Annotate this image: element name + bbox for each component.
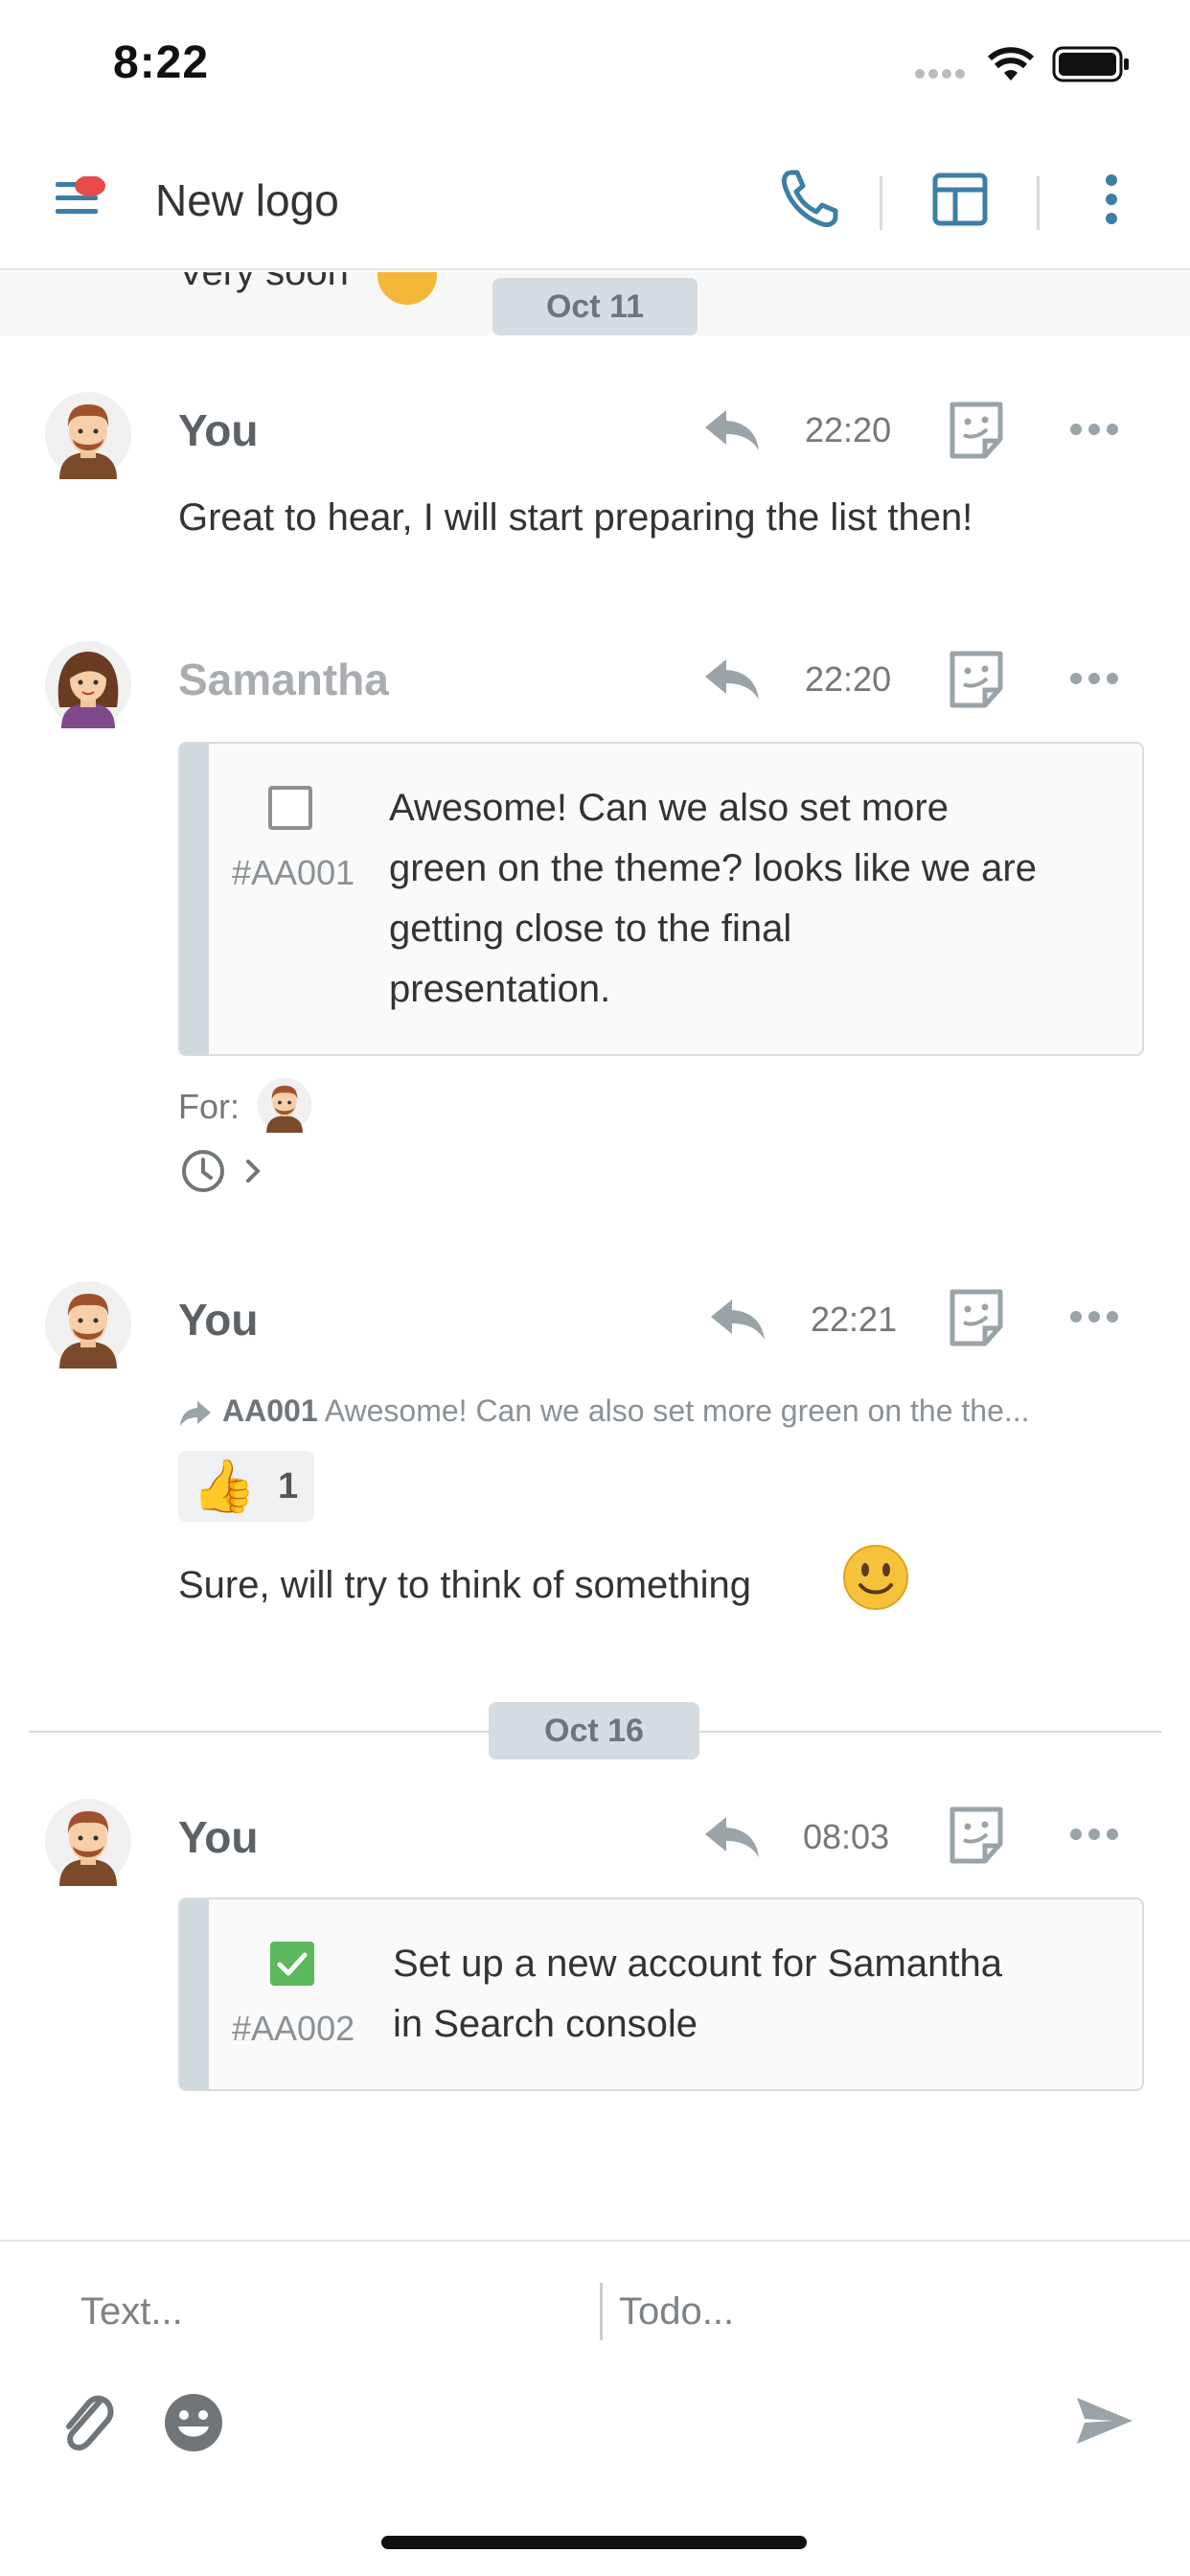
sticker-icon[interactable] — [947, 401, 1006, 460]
avatar-you[interactable] — [44, 1280, 132, 1368]
reaction-count: 1 — [278, 1466, 299, 1506]
notification-dot — [75, 175, 105, 196]
todo-text-line: presentation. — [389, 968, 611, 1010]
chevron-right-icon[interactable] — [243, 1158, 263, 1184]
smiley-emoji-icon — [843, 1545, 908, 1610]
reply-quote-id: AA001 — [222, 1393, 318, 1428]
reply-icon[interactable] — [703, 406, 761, 452]
todo-input[interactable]: Todo... — [619, 2290, 1136, 2334]
more-horizontal-icon[interactable] — [1069, 1827, 1119, 1842]
sender-name: You — [178, 1295, 259, 1345]
header-divider — [1037, 176, 1040, 230]
reply-icon[interactable] — [709, 1296, 767, 1342]
hamburger-icon — [56, 175, 105, 214]
reaction-chip[interactable]: 👍 1 — [178, 1451, 314, 1522]
todo-checkbox-checked[interactable] — [270, 1942, 314, 1986]
composer-field-divider — [600, 2283, 603, 2340]
sender-name: Samantha — [178, 655, 389, 704]
todo-text-line: in Search console — [393, 2003, 698, 2045]
forward-reply-icon — [180, 1400, 211, 1426]
assignee-avatar[interactable] — [257, 1077, 312, 1133]
todo-text: Set up a new account for Samantha in Sea… — [393, 1934, 1002, 2055]
todo-card[interactable]: #AA002 Set up a new account for Samantha… — [178, 1898, 1144, 2091]
menu-button[interactable] — [54, 175, 111, 220]
todo-id: #AA002 — [232, 2009, 355, 2048]
message-time: 22:20 — [805, 659, 892, 699]
todo-accent-bar — [180, 744, 209, 1054]
composer-divider — [0, 2240, 1190, 2242]
todo-text-line: Set up a new account for Samantha — [393, 1943, 1002, 1985]
avatar-you[interactable] — [44, 1798, 132, 1886]
reply-quote-snippet: Awesome! Can we also set more green on t… — [324, 1393, 1030, 1428]
home-indicator — [381, 2536, 807, 2549]
wifi-icon — [987, 47, 1035, 80]
status-time: 8:22 — [113, 37, 210, 88]
todo-accent-bar — [180, 1899, 209, 2089]
avatar-you[interactable] — [44, 391, 132, 479]
todo-card[interactable]: #AA001 Awesome! Can we also set more gre… — [178, 742, 1144, 1056]
message-time: 22:21 — [811, 1300, 898, 1339]
cellular-signal-icon — [915, 69, 965, 79]
sender-name: You — [178, 1812, 259, 1862]
reply-icon[interactable] — [703, 1813, 761, 1859]
text-input[interactable]: Text... — [80, 2290, 579, 2334]
more-horizontal-icon[interactable] — [1069, 1309, 1119, 1324]
checkmark-icon — [277, 1952, 308, 1976]
sticker-icon[interactable] — [947, 1806, 1006, 1865]
sticker-icon[interactable] — [947, 650, 1006, 709]
date-separator: Oct 16 — [489, 1702, 699, 1760]
phone-call-icon[interactable] — [780, 169, 843, 228]
assignee-label: For: — [178, 1087, 240, 1126]
reply-icon[interactable] — [703, 656, 761, 702]
date-separator: Oct 11 — [492, 278, 698, 335]
battery-icon — [1052, 46, 1129, 82]
sender-name: You — [178, 405, 259, 455]
emoji-picker-icon[interactable] — [163, 2392, 224, 2453]
send-icon[interactable] — [1075, 2394, 1134, 2448]
message-time: 08:03 — [803, 1817, 890, 1856]
avatar-samantha[interactable] — [44, 640, 132, 728]
todo-text-line: Awesome! Can we also set more — [389, 787, 949, 829]
emoji-fragment-icon — [378, 272, 437, 305]
todo-text-line: green on the theme? looks like we are — [389, 847, 1037, 889]
reply-quote[interactable]: AA001 Awesome! Can we also set more gree… — [178, 1393, 1030, 1429]
more-horizontal-icon[interactable] — [1069, 422, 1119, 437]
clock-icon[interactable] — [180, 1148, 226, 1194]
paperclip-icon[interactable] — [57, 2388, 117, 2455]
message-text: Great to hear, I will start preparing th… — [178, 496, 973, 539]
fragment-text: Very soon — [178, 272, 349, 293]
more-horizontal-icon[interactable] — [1069, 671, 1119, 686]
thumbs-up-icon: 👍 — [192, 1458, 257, 1515]
todo-text: Awesome! Can we also set more green on t… — [389, 778, 1037, 1020]
sticker-icon[interactable] — [947, 1288, 1006, 1347]
more-vertical-icon[interactable] — [1102, 172, 1121, 226]
todo-id: #AA001 — [232, 853, 355, 892]
message-time: 22:20 — [805, 410, 892, 449]
todo-checkbox[interactable] — [268, 786, 312, 830]
chat-title: New logo — [155, 175, 339, 225]
header-divider — [880, 176, 882, 230]
todo-text-line: getting close to the final — [389, 908, 792, 950]
layout-panel-icon[interactable] — [932, 172, 988, 226]
message-text: Sure, will try to think of something — [178, 1564, 752, 1606]
